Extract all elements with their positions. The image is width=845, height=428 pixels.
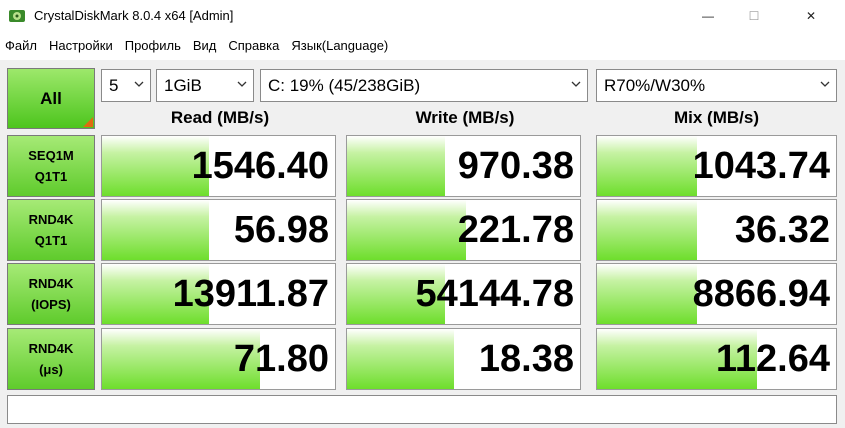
seq1m-read-cell: 1546.40 xyxy=(101,135,336,197)
result-value: 112.64 xyxy=(715,338,830,380)
progress-fill xyxy=(597,264,698,324)
corner-triangle-icon xyxy=(83,117,93,127)
result-value: 13911.87 xyxy=(172,273,329,315)
app-disk-icon xyxy=(9,10,25,22)
menu-profile[interactable]: Профиль xyxy=(119,32,187,60)
result-value: 18.38 xyxy=(478,338,574,380)
result-value: 1546.40 xyxy=(191,145,329,187)
latency-write-cell: 18.38 xyxy=(346,328,581,390)
read-header: Read (MB/s) xyxy=(170,108,270,127)
menu-bar: Файл Настройки Профиль Вид Справка Язык(… xyxy=(0,32,845,60)
result-value: 56.98 xyxy=(233,209,329,251)
menu-settings[interactable]: Настройки xyxy=(43,32,119,60)
row-label-line1: RND4K xyxy=(28,212,74,227)
rnd4k-mix-cell: 36.32 xyxy=(596,199,837,261)
result-value: 1043.74 xyxy=(692,145,830,187)
iops-mix-cell: 8866.94 xyxy=(596,263,837,325)
seq1m-write-cell: 970.38 xyxy=(346,135,581,197)
chevron-down-icon xyxy=(237,81,247,87)
mix-header: Mix (MB/s) xyxy=(674,108,759,127)
progress-fill xyxy=(102,200,210,260)
result-value: 71.80 xyxy=(233,338,329,380)
latency-mix-cell: 112.64 xyxy=(596,328,837,390)
result-value: 970.38 xyxy=(457,145,574,187)
row-label-line2: Q1T1 xyxy=(34,233,68,248)
chevron-down-icon xyxy=(134,81,144,87)
menu-language[interactable]: Язык(Language) xyxy=(285,32,394,60)
drive-select[interactable]: C: 19% (45/238GiB) xyxy=(260,69,588,102)
test-count-select[interactable]: 5 xyxy=(101,69,151,102)
test-size-select[interactable]: 1GiB xyxy=(156,69,254,102)
iops-read-cell: 13911.87 xyxy=(101,263,336,325)
result-value: 54144.78 xyxy=(415,273,575,315)
row-label-line1: SEQ1M xyxy=(28,148,74,163)
rnd4k-q1t1-button[interactable]: RND4K Q1T1 xyxy=(7,199,95,261)
row-label-line2: (IOPS) xyxy=(31,297,71,312)
drive-value: C: 19% (45/238GiB) xyxy=(268,75,421,95)
window-title: CrystalDiskMark 8.0.4 x64 [Admin] xyxy=(34,8,234,23)
result-value: 8866.94 xyxy=(692,273,830,315)
test-size-value: 1GiB xyxy=(164,75,202,95)
progress-fill xyxy=(597,136,698,196)
iops-write-cell: 54144.78 xyxy=(346,263,581,325)
seq1m-mix-cell: 1043.74 xyxy=(596,135,837,197)
all-button-label: All xyxy=(40,88,62,108)
row-label-line2: Q1T1 xyxy=(34,169,68,184)
row-label-line1: RND4K xyxy=(28,341,74,356)
chevron-down-icon xyxy=(571,81,581,87)
progress-fill xyxy=(347,329,455,389)
all-button[interactable]: All xyxy=(7,68,95,129)
rnd4k-write-cell: 221.78 xyxy=(346,199,581,261)
menu-help[interactable]: Справка xyxy=(222,32,285,60)
minimize-button[interactable]: — xyxy=(685,0,731,32)
rnd4k-latency-button[interactable]: RND4K (μs) xyxy=(7,328,95,390)
rnd4k-read-cell: 56.98 xyxy=(101,199,336,261)
result-value: 36.32 xyxy=(734,209,830,251)
chevron-down-icon xyxy=(820,81,830,87)
row-label-line1: RND4K xyxy=(28,276,74,291)
rnd4k-iops-button[interactable]: RND4K (IOPS) xyxy=(7,263,95,325)
progress-fill xyxy=(597,200,698,260)
mix-ratio-select[interactable]: R70%/W30% xyxy=(596,69,837,102)
title-bar: CrystalDiskMark 8.0.4 x64 [Admin] — ☐ ✕ xyxy=(0,0,845,32)
close-button[interactable]: ✕ xyxy=(777,0,845,32)
row-label-line2: (μs) xyxy=(39,362,63,377)
progress-fill xyxy=(347,200,466,260)
comment-field[interactable] xyxy=(7,395,837,424)
latency-read-cell: 71.80 xyxy=(101,328,336,390)
menu-view[interactable]: Вид xyxy=(187,32,223,60)
mix-ratio-value: R70%/W30% xyxy=(604,75,706,95)
maximize-button[interactable]: ☐ xyxy=(731,0,777,32)
write-header: Write (MB/s) xyxy=(415,108,515,127)
progress-fill xyxy=(347,136,445,196)
seq1m-q1t1-button[interactable]: SEQ1M Q1T1 xyxy=(7,135,95,197)
menu-file[interactable]: Файл xyxy=(0,32,43,60)
test-count-value: 5 xyxy=(109,75,119,95)
result-value: 221.78 xyxy=(457,209,574,251)
